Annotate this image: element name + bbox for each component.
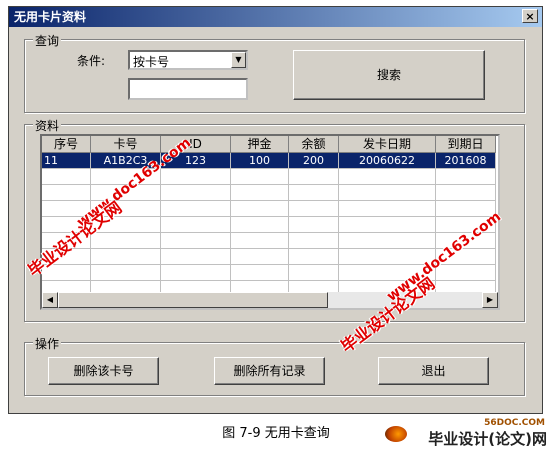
table-cell: 100	[231, 153, 289, 169]
logo-icon	[385, 426, 407, 442]
logo-text: 毕业设计(论文)网	[428, 430, 547, 448]
scroll-right-icon[interactable]: ▶	[482, 292, 498, 308]
site-logo: 56DOC.COM 毕业设计(论文)网	[385, 418, 547, 448]
empty-table-cell	[436, 185, 496, 201]
empty-table-cell	[436, 265, 496, 281]
empty-table-cell	[161, 169, 231, 185]
table-cell: 200	[289, 153, 339, 169]
table-header: 序号 卡号 ID 押金 余额 发卡日期 到期日	[42, 136, 496, 153]
empty-table-cell	[161, 201, 231, 217]
column-header-balance[interactable]: 余额	[289, 136, 339, 153]
search-button[interactable]: 搜索	[293, 50, 485, 100]
condition-select[interactable]: 按卡号 ▼	[128, 50, 248, 70]
empty-table-cell	[339, 169, 436, 185]
query-group: 查询 条件: 按卡号 ▼ 搜索	[24, 32, 525, 113]
records-group-legend: 资料	[33, 117, 62, 134]
column-header-deposit[interactable]: 押金	[231, 136, 289, 153]
column-header-issue-date[interactable]: 发卡日期	[339, 136, 436, 153]
empty-table-cell	[161, 249, 231, 265]
empty-table-cell	[231, 249, 289, 265]
table-cell: 20060622	[339, 153, 436, 169]
empty-table-cell	[289, 265, 339, 281]
window-title: 无用卡片资料	[14, 10, 87, 24]
condition-selected-value: 按卡号	[133, 55, 170, 69]
empty-table-cell	[161, 185, 231, 201]
empty-table-cell	[289, 217, 339, 233]
empty-table-cell	[289, 233, 339, 249]
actions-group: 操作 删除该卡号 删除所有记录 退出	[24, 335, 525, 396]
empty-table-cell	[231, 217, 289, 233]
column-header-expiry-date[interactable]: 到期日	[436, 136, 496, 153]
empty-table-cell	[339, 217, 436, 233]
title-bar: 无用卡片资料 ×	[9, 7, 542, 27]
close-icon[interactable]: ×	[522, 9, 538, 23]
empty-table-cell	[91, 265, 161, 281]
empty-table-cell	[231, 233, 289, 249]
empty-table-cell	[42, 169, 91, 185]
empty-table-cell	[91, 233, 161, 249]
scroll-left-icon[interactable]: ◀	[42, 292, 58, 308]
search-input[interactable]	[128, 78, 248, 100]
empty-table-cell	[161, 217, 231, 233]
column-header-card-number[interactable]: 卡号	[91, 136, 161, 153]
empty-table-row	[42, 233, 496, 249]
empty-table-cell	[231, 169, 289, 185]
delete-card-button[interactable]: 删除该卡号	[48, 357, 159, 385]
delete-all-button[interactable]: 删除所有记录	[214, 357, 325, 385]
table-row[interactable]: 11 A1B2C3 123 100 200 20060622 201608	[42, 153, 496, 169]
empty-table-cell	[436, 169, 496, 185]
condition-label: 条件:	[77, 54, 106, 68]
empty-table-cell	[161, 265, 231, 281]
actions-group-legend: 操作	[33, 335, 62, 352]
empty-table-cell	[339, 185, 436, 201]
table-cell: 201608	[436, 153, 496, 169]
dropdown-arrow-icon[interactable]: ▼	[231, 52, 246, 68]
query-group-legend: 查询	[33, 32, 62, 49]
empty-table-cell	[339, 201, 436, 217]
table-cell: 11	[42, 153, 91, 169]
empty-table-cell	[289, 185, 339, 201]
empty-table-cell	[231, 265, 289, 281]
scroll-thumb[interactable]	[58, 292, 328, 308]
empty-table-cell	[289, 249, 339, 265]
empty-table-cell	[289, 169, 339, 185]
empty-table-cell	[161, 233, 231, 249]
column-header-index[interactable]: 序号	[42, 136, 91, 153]
empty-table-cell	[289, 201, 339, 217]
logo-site: 56DOC.COM	[484, 418, 545, 428]
exit-button[interactable]: 退出	[378, 357, 489, 385]
empty-table-cell	[339, 233, 436, 249]
empty-table-cell	[231, 201, 289, 217]
empty-table-row	[42, 169, 496, 185]
empty-table-cell	[231, 185, 289, 201]
empty-table-cell	[91, 249, 161, 265]
empty-table-cell	[42, 185, 91, 201]
